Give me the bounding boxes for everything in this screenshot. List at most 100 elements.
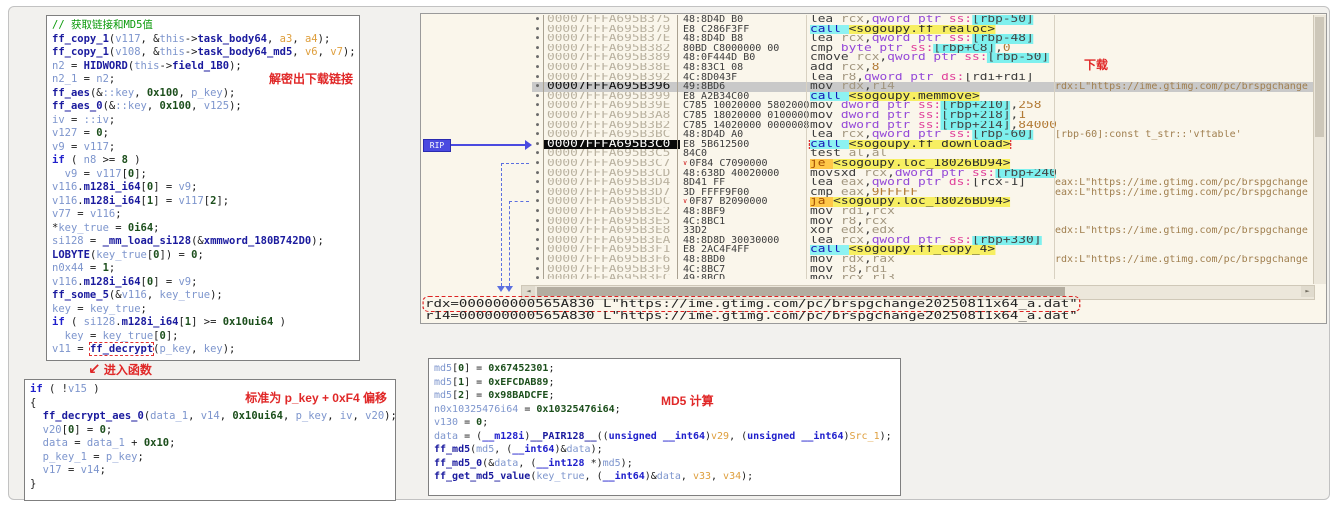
disasm-row[interactable]: ●00007FFFA695B3E248:8BF9mov rdi,rcx (421, 207, 1326, 217)
code-line[interactable]: v116.m128i_i64[1] = v117[2]; (52, 195, 354, 209)
disasm-row[interactable]: ●00007FFFA695B38E48:83C1 08add rcx,8 (421, 63, 1326, 73)
code-line[interactable]: key = key_true; (52, 303, 354, 317)
breakpoint-dot-icon[interactable]: ● (532, 63, 543, 73)
breakpoint-dot-icon[interactable]: ● (532, 159, 543, 169)
code-line[interactable]: } (30, 478, 390, 492)
code-token: ); (229, 60, 242, 72)
code-line[interactable]: v20[0] = 0; (30, 424, 390, 438)
vertical-scrollbar[interactable] (1313, 15, 1326, 284)
code-line[interactable]: ff_aes_0(&::key, 0x100, v125); (52, 100, 354, 114)
breakpoint-dot-icon[interactable]: ● (532, 130, 543, 140)
code-line[interactable]: v9 = v117; (52, 141, 354, 155)
code-line[interactable]: v116.m128i_i64[0] = v9; (52, 276, 354, 290)
code-line[interactable]: ff_copy_1(v108, &this->task_body64_md5, … (52, 46, 354, 60)
disasm-row[interactable]: ●00007FFFA695B379E8 C286F3FFcall <sogoup… (421, 25, 1326, 35)
code-line[interactable]: LOBYTE(key_true[0]) = 0; (52, 249, 354, 263)
breakpoint-dot-icon[interactable]: ● (532, 217, 543, 227)
code-line[interactable]: v130 = 0; (434, 416, 895, 430)
breakpoint-dot-icon[interactable]: ● (532, 92, 543, 102)
scroll-right-icon[interactable]: ► (1301, 286, 1314, 297)
disasm-row[interactable]: ●00007FFFA695B3C7∨0F84 C7090000je <sogou… (421, 159, 1326, 169)
code-line[interactable]: md5[1] = 0xEFCDAB89; (434, 376, 895, 390)
breakpoint-dot-icon[interactable]: ● (532, 169, 543, 179)
breakpoint-dot-icon[interactable]: ● (532, 34, 543, 44)
code-line[interactable]: p_key_1 = p_key; (30, 451, 390, 465)
breakpoint-dot-icon[interactable]: ● (532, 101, 543, 111)
disasm-row[interactable]: ●00007FFFA695B3E833D2xor edx,edxedx:L"ht… (421, 226, 1326, 236)
vertical-scrollbar-thumb[interactable] (1315, 17, 1324, 137)
code-line[interactable]: ff_copy_1(v117, &this->task_body64, a3, … (52, 33, 354, 47)
disasm-row[interactable]: ●00007FFFA695B38280BD C8000000 00cmp byt… (421, 44, 1326, 54)
code-line[interactable]: v127 = 0; (52, 127, 354, 141)
disasm-row[interactable]: ●00007FFFA695B3BC48:8D4D A0lea rcx,qword… (421, 130, 1326, 140)
code-line[interactable]: n0x44 = 1; (52, 262, 354, 276)
breakpoint-dot-icon[interactable]: ● (532, 274, 543, 279)
code-line[interactable]: v9 = v117[0]; (52, 168, 354, 182)
disasm-row[interactable]: ●00007FFFA695B3A8C785 18020000 01000000m… (421, 111, 1326, 121)
breakpoint-dot-icon[interactable]: ● (532, 15, 543, 25)
breakpoint-dot-icon[interactable]: ● (532, 73, 543, 83)
breakpoint-dot-icon[interactable]: ● (532, 121, 543, 131)
disasm-row[interactable]: ●00007FFFA695B39EC785 10020000 58020000m… (421, 101, 1326, 111)
code-token: task_body64_md5 (197, 46, 292, 58)
breakpoint-dot-icon[interactable]: ● (532, 207, 543, 217)
code-line[interactable]: *key_true = 0i64; (52, 222, 354, 236)
scroll-left-icon[interactable]: ◄ (522, 286, 535, 297)
code-line[interactable]: ff_aes(&::key, 0x100, p_key); (52, 87, 354, 101)
disasm-row[interactable]: ●00007FFFA695B3924C:8D043Flea r8,qword p… (421, 73, 1326, 83)
code-line[interactable]: v77 = v116; (52, 208, 354, 222)
breakpoint-dot-icon[interactable]: ● (532, 25, 543, 35)
disasm-row[interactable]: ●00007FFFA695B3B2C785 14020000 00000084m… (421, 121, 1326, 131)
breakpoint-dot-icon[interactable]: ● (532, 245, 543, 255)
disasm-row[interactable]: ●00007FFFA695B3D48D41 FFlea eax,qword pt… (421, 178, 1326, 188)
disasm-row[interactable]: ●00007FFFA695B3F1E8 2AC4F4FFcall <sogoup… (421, 245, 1326, 255)
code-line[interactable]: if ( n8 >= 8 ) (52, 154, 354, 168)
breakpoint-dot-icon[interactable]: ● (532, 178, 543, 188)
disasm-row[interactable]: ●00007FFFA695B399E8 A2B34C00call <sogoup… (421, 92, 1326, 102)
disasm-row[interactable]: ●00007FFFA695B3EA48:8D8D 30030000lea rcx… (421, 236, 1326, 246)
disasm-row[interactable]: ●00007FFFA695B3DC∨0F87 B2090000ja <sogou… (421, 197, 1326, 207)
code-line[interactable]: md5[0] = 0x67452301; (434, 362, 895, 376)
code-line[interactable]: iv = ::iv; (52, 114, 354, 128)
breakpoint-dot-icon[interactable]: ● (532, 53, 543, 63)
code-line[interactable]: // 获取链接和MD5值 (52, 19, 354, 33)
disasm-row[interactable]: ●00007FFFA695B3C0E8 5B612500call <sogoup… (421, 140, 1326, 150)
code-line[interactable]: key = key_true[0]; (52, 330, 354, 344)
code-line[interactable]: ff_md5(md5, (__int64)&data); (434, 443, 895, 457)
breakpoint-dot-icon[interactable]: ● (532, 149, 543, 159)
code-line[interactable]: v116.m128i_i64[0] = v9; (52, 181, 354, 195)
breakpoint-dot-icon[interactable]: ● (532, 140, 543, 150)
code-line[interactable]: ff_get_md5_value(key_true, (__int64)&dat… (434, 470, 895, 484)
code-line[interactable]: si128 = _mm_load_si128(&xmmword_180B742D… (52, 235, 354, 249)
breakpoint-dot-icon[interactable]: ● (532, 82, 543, 92)
breakpoint-dot-icon[interactable]: ● (532, 265, 543, 275)
code-line[interactable]: n2 = HIDWORD(this->field_1B0); (52, 60, 354, 74)
disasm-row[interactable]: ●00007FFFA695B3C584C0test al,al (421, 149, 1326, 159)
disasm-row[interactable]: ●00007FFFA695B3E54C:8BC1mov r8,rcx (421, 217, 1326, 227)
breakpoint-dot-icon[interactable]: ● (532, 226, 543, 236)
disasm-row[interactable]: ●00007FFFA695B39649:8BD6mov rdx,r14rdx:L… (421, 82, 1326, 92)
breakpoint-dot-icon[interactable]: ● (532, 255, 543, 265)
code-line[interactable]: data = (__m128i)__PAIR128__((unsigned __… (434, 430, 895, 444)
disasm-row[interactable]: ●00007FFFA695B38948:0F444D B0cmove rcx,q… (421, 53, 1326, 63)
disasm-row[interactable]: ●00007FFFA695B3FC49:8BCDmov rcx,r13 (421, 274, 1326, 279)
disasm-row[interactable]: ●00007FFFA695B3CD48:638D 40020000movsxd … (421, 169, 1326, 179)
breakpoint-dot-icon[interactable]: ● (532, 44, 543, 54)
disasm-row[interactable]: ●00007FFFA695B3F648:8BD0mov rdx,raxrdx:L… (421, 255, 1326, 265)
breakpoint-dot-icon[interactable]: ● (532, 236, 543, 246)
code-line[interactable]: v11 = ff_decrypt(p_key, key); (52, 343, 354, 357)
code-line[interactable]: if ( si128.m128i_i64[1] >= 0x10ui64 ) (52, 316, 354, 330)
breakpoint-dot-icon[interactable]: ● (532, 188, 543, 198)
disasm-row[interactable]: ●00007FFFA695B37E48:8D4D B8lea rcx,qword… (421, 34, 1326, 44)
breakpoint-dot-icon[interactable]: ● (532, 111, 543, 121)
code-line[interactable]: ff_some_5(&v116, key_true); (52, 289, 354, 303)
disasm-row[interactable]: ●00007FFFA695B3D73D FFFF9F00cmp eax,9FFF… (421, 188, 1326, 198)
disasm-row[interactable]: ●00007FFFA695B3F94C:8BC7mov r8,rdi (421, 265, 1326, 275)
code-line[interactable]: data = data_1 + 0x10; (30, 437, 390, 451)
disasm-row[interactable]: ●00007FFFA695B37548:8D4D B0lea rcx,qword… (421, 15, 1326, 25)
code-line[interactable]: ff_decrypt_aes_0(data_1, v14, 0x10ui64, … (30, 410, 390, 424)
code-line[interactable]: ff_md5_0(&data, (__int128 *)md5); (434, 457, 895, 471)
horizontal-scrollbar-thumb[interactable] (537, 287, 1065, 296)
breakpoint-dot-icon[interactable]: ● (532, 197, 543, 207)
code-line[interactable]: v17 = v14; (30, 464, 390, 478)
